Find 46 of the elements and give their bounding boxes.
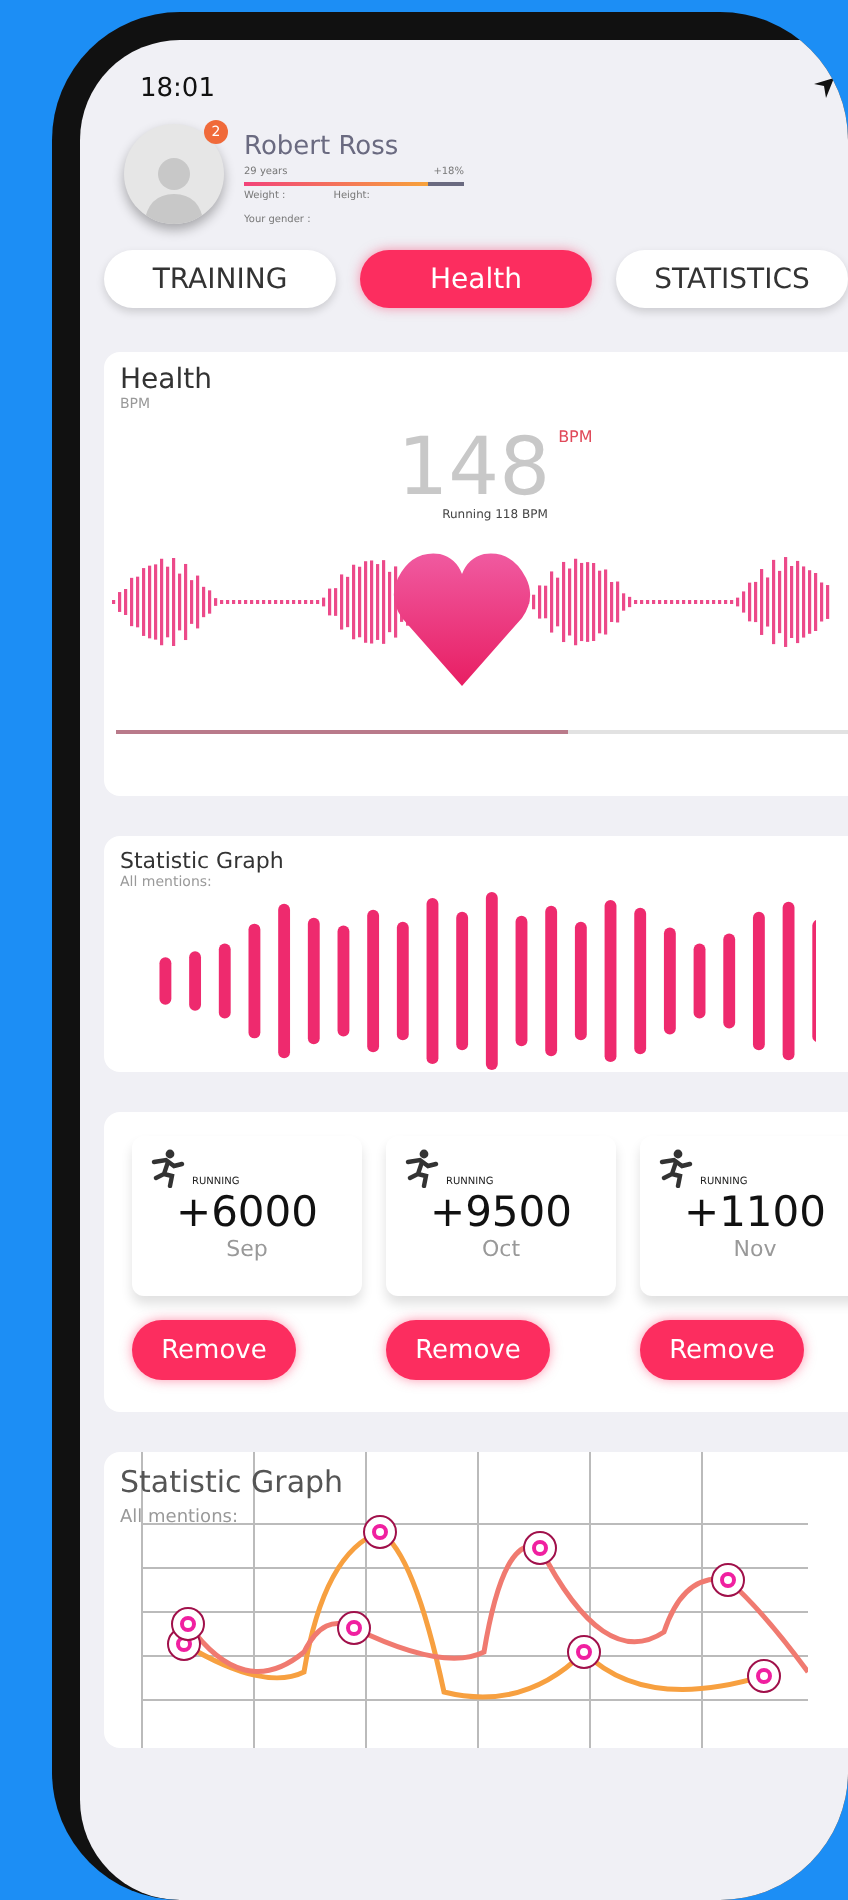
graph-point xyxy=(337,1611,371,1645)
graph-point xyxy=(711,1563,745,1597)
location-arrow-icon xyxy=(814,78,834,98)
tab[interactable]: STATISTICS xyxy=(616,250,848,308)
running-value: +9500 xyxy=(429,1188,573,1236)
running-value: +1100 xyxy=(683,1188,827,1236)
graph-point xyxy=(363,1515,397,1549)
graph-bar xyxy=(367,909,380,1053)
graph-point xyxy=(171,1607,205,1641)
running-person-icon xyxy=(402,1148,442,1188)
card-title: Statistic Graph xyxy=(120,1464,346,1500)
graph-bar xyxy=(337,925,350,1037)
person-silhouette-icon xyxy=(144,152,204,224)
tab[interactable]: Health xyxy=(360,250,592,308)
graph-bar xyxy=(248,923,261,1039)
graph-bar xyxy=(574,921,587,1041)
remove-button[interactable]: Remove xyxy=(386,1320,550,1380)
running-person-icon xyxy=(656,1148,696,1188)
graph-bar xyxy=(723,933,736,1029)
profile-name: Robert Ross xyxy=(244,132,401,162)
card-subtitle: All mentions: xyxy=(120,1508,240,1528)
remove-button[interactable]: Remove xyxy=(132,1320,296,1380)
card-title: Statistic Graph xyxy=(120,848,286,874)
running-month: Nov xyxy=(733,1236,777,1262)
graph-bar xyxy=(159,957,172,1005)
graph-point xyxy=(747,1659,781,1693)
graph-point xyxy=(567,1635,601,1669)
running-month: Oct xyxy=(481,1236,521,1262)
card-title: Health xyxy=(120,364,214,396)
graph-bar xyxy=(307,917,320,1045)
graph-bar xyxy=(663,927,676,1035)
graph-bar xyxy=(456,911,469,1051)
tab[interactable]: TRAINING xyxy=(104,250,336,308)
graph-bar xyxy=(218,943,231,1019)
graph-point xyxy=(523,1531,557,1565)
graph-bar xyxy=(515,915,528,1047)
running-month: Sep xyxy=(226,1236,268,1262)
graph-bar xyxy=(693,943,706,1019)
remove-button[interactable]: Remove xyxy=(640,1320,804,1380)
graph-bar xyxy=(396,921,409,1041)
status-time: 18:01 xyxy=(140,73,215,103)
bpm-unit: BPM xyxy=(558,428,593,446)
running-value: +6000 xyxy=(175,1188,319,1236)
graph-bar xyxy=(752,911,765,1051)
graph-bar xyxy=(189,951,201,1011)
running-person-icon xyxy=(148,1148,188,1188)
